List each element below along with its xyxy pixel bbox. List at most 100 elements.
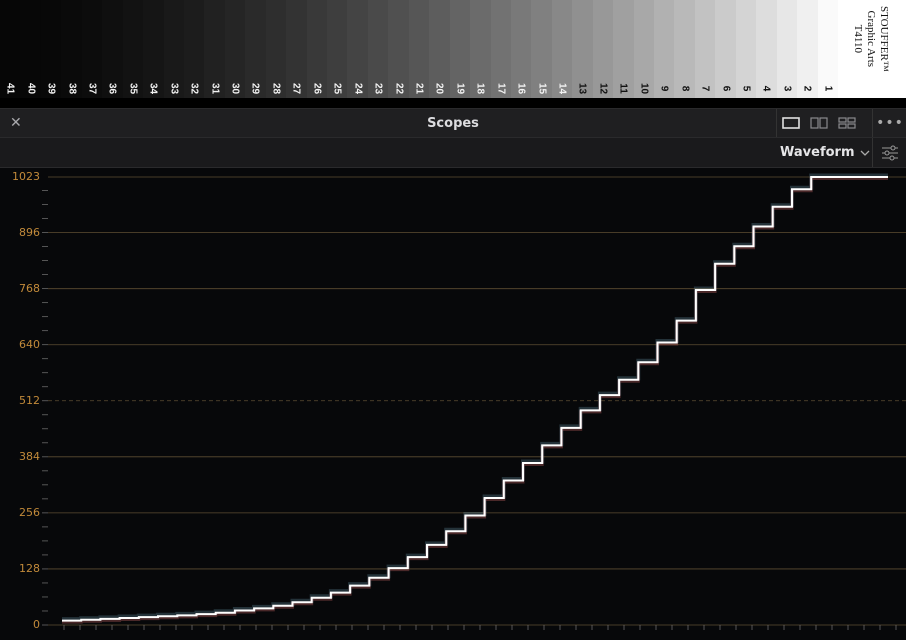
- step-number: 10: [638, 82, 650, 95]
- y-tick-label: 512: [19, 393, 40, 407]
- step-patch: 30: [224, 0, 246, 98]
- step-patch: 5: [735, 0, 757, 98]
- scope-type-label: Waveform: [780, 145, 855, 160]
- step-patch: 32: [183, 0, 205, 98]
- step-number: 40: [25, 82, 37, 95]
- y-tick-label: 768: [19, 281, 40, 295]
- step-number: 31: [209, 82, 221, 95]
- dual-view-icon[interactable]: [805, 109, 833, 137]
- y-tick-label: 384: [19, 449, 40, 463]
- step-number: 34: [147, 82, 159, 95]
- y-tick-label: 0: [33, 618, 40, 631]
- step-patch: 22: [388, 0, 409, 98]
- step-number: 5: [740, 85, 752, 92]
- quad-view-icon[interactable]: [833, 109, 861, 137]
- scope-type-dropdown[interactable]: Waveform: [780, 145, 870, 160]
- waveform-trace: [62, 176, 888, 622]
- step-number: 25: [331, 82, 343, 95]
- step-number: 15: [536, 82, 548, 95]
- step-patch: 35: [122, 0, 144, 98]
- step-number: 41: [4, 82, 16, 95]
- stouffer-label: STOUFFER™ Graphic Arts T4110: [838, 0, 906, 98]
- step-patch: 28: [265, 0, 287, 98]
- layout-buttons: [776, 109, 861, 137]
- step-patch: 14: [551, 0, 573, 98]
- step-patch: 13: [572, 0, 593, 98]
- step-patch: 2: [797, 0, 818, 98]
- single-view-icon[interactable]: [777, 109, 805, 137]
- step-patch: 21: [408, 0, 430, 98]
- grayscale-step-chart: 41 40 39 38 37 36 35 34 33 32 31 30 29 28 27 26 25 24 23 22…: [0, 0, 906, 98]
- step-patch: 18: [470, 0, 491, 98]
- y-tick-label: 128: [19, 561, 40, 575]
- scope-toolbar: Waveform: [0, 138, 906, 168]
- step-number: 9: [658, 85, 670, 92]
- step-number: 21: [413, 82, 425, 95]
- step-number: 14: [556, 82, 568, 95]
- step-number: 28: [270, 82, 282, 95]
- step-patch: 23: [367, 0, 389, 98]
- step-number: 26: [311, 82, 323, 95]
- scopes-panel-header: ✕ Scopes •••: [0, 108, 906, 138]
- step-patch: 37: [81, 0, 103, 98]
- step-number: 37: [86, 82, 98, 95]
- step-patch: 27: [286, 0, 307, 98]
- step-number: 13: [576, 82, 588, 95]
- step-patch: 26: [306, 0, 327, 98]
- label-line-model: T4110: [852, 24, 864, 53]
- step-patch: 9: [654, 0, 675, 98]
- stouffer-label-text: STOUFFER™ Graphic Arts T4110: [851, 6, 890, 72]
- step-number: 18: [474, 82, 486, 95]
- step-patch: 3: [776, 0, 798, 98]
- step-number: 24: [352, 82, 364, 95]
- settings-sliders-icon[interactable]: [872, 138, 906, 167]
- step-number: 3: [781, 85, 793, 92]
- chevron-down-icon: [861, 150, 870, 156]
- y-tick-label: 1023: [12, 170, 40, 183]
- step-patch: 8: [674, 0, 695, 98]
- step-patch: 40: [20, 0, 41, 98]
- more-options-icon[interactable]: •••: [872, 109, 906, 137]
- step-patch: 10: [633, 0, 654, 98]
- label-line-brand: STOUFFER™: [878, 6, 890, 72]
- step-patch: 17: [490, 0, 511, 98]
- step-number: 19: [454, 82, 466, 95]
- waveform-red-fringe: [62, 177, 888, 624]
- step-number: 27: [290, 82, 302, 95]
- step-patch: 36: [102, 0, 123, 98]
- step-number: 6: [720, 85, 732, 92]
- step-number: 20: [433, 82, 445, 95]
- step-patch: 34: [143, 0, 164, 98]
- step-patch: 20: [429, 0, 450, 98]
- step-patch: 29: [245, 0, 266, 98]
- step-patches: 41 40 39 38 37 36 35 34 33 32 31 30 29 28 27 26 25 24 23 22…: [0, 0, 838, 98]
- waveform-plot: [42, 173, 906, 630]
- step-number: 16: [515, 82, 527, 95]
- step-number: 1: [822, 85, 834, 92]
- step-number: 11: [617, 83, 629, 94]
- step-number: 2: [801, 85, 813, 92]
- step-patch: 16: [510, 0, 532, 98]
- step-patch: 7: [694, 0, 716, 98]
- step-number: 22: [393, 82, 405, 95]
- step-number: 32: [188, 82, 200, 95]
- step-patch: 25: [327, 0, 348, 98]
- step-patch: 24: [347, 0, 368, 98]
- step-number: 23: [372, 82, 384, 95]
- step-number: 29: [249, 82, 261, 95]
- step-patch: 4: [756, 0, 777, 98]
- y-tick-label: 896: [19, 225, 40, 239]
- step-patch: 38: [61, 0, 82, 98]
- waveform-cyan-fringe: [62, 173, 888, 622]
- step-number: 17: [495, 82, 507, 95]
- y-tick-label: 640: [19, 337, 40, 351]
- step-number: 30: [229, 82, 241, 95]
- step-number: 36: [106, 82, 118, 95]
- step-number: 7: [699, 85, 711, 92]
- step-patch: 15: [531, 0, 552, 98]
- step-patch: 39: [40, 0, 62, 98]
- step-patch: 41: [0, 0, 21, 98]
- step-patch: 12: [592, 0, 614, 98]
- y-tick-label: 256: [19, 505, 40, 519]
- step-number: 39: [45, 82, 57, 95]
